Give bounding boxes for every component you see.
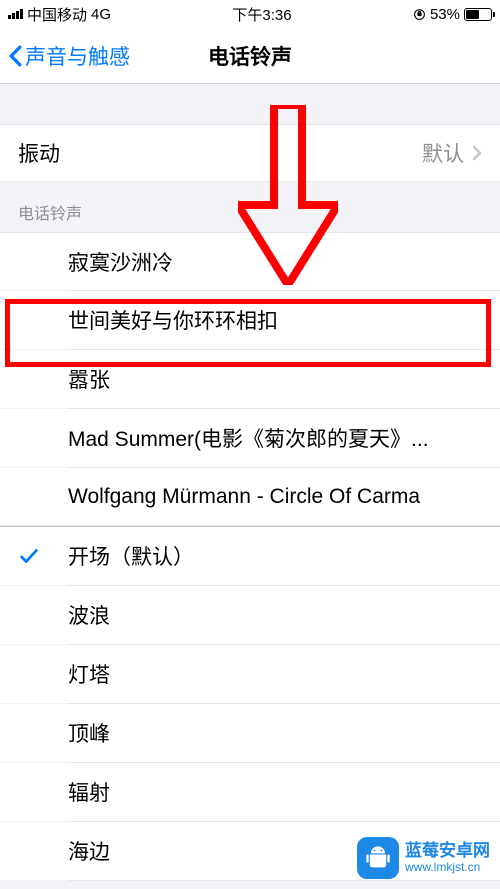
ringtone-label: 开场（默认） — [68, 541, 194, 571]
back-button[interactable]: 声音与触感 — [0, 41, 130, 71]
checkmark-slot — [18, 545, 68, 567]
network-label: 4G — [91, 6, 111, 23]
watermark: 蓝莓安卓网 www.lmkjst.cn — [357, 837, 490, 879]
ringtone-row[interactable]: Mad Summer(电影《菊次郎的夏天》... — [0, 409, 500, 467]
status-bar: 中国移动 4G 下午3:36 53% — [0, 0, 500, 28]
watermark-url: www.lmkjst.cn — [405, 861, 490, 874]
nav-header: 声音与触感 电话铃声 — [0, 28, 500, 84]
builtin-ringtones-list: 开场（默认） 波浪灯塔顶峰辐射海边 — [0, 526, 500, 881]
vibration-label: 振动 — [18, 138, 60, 168]
status-right: 53% — [413, 6, 492, 23]
time-label: 下午3:36 — [232, 4, 291, 25]
watermark-logo-icon — [357, 837, 399, 879]
page-title: 电话铃声 — [208, 41, 292, 71]
ringtone-row[interactable]: 顶峰 — [0, 704, 500, 762]
custom-ringtones-list: 寂寞沙洲冷世间美好与你环环相扣嚣张 Mad Summer(电影《菊次郎的夏天》..… — [0, 232, 500, 526]
checkmark-icon — [18, 545, 40, 567]
ringtone-row[interactable]: 世间美好与你环环相扣 — [0, 291, 500, 349]
ringtone-label: 海边 — [68, 836, 110, 866]
rotation-lock-icon — [413, 8, 426, 21]
ringtone-row[interactable]: Wolfgang Mürmann - Circle Of Carma — [0, 468, 500, 526]
ringtone-row[interactable]: 灯塔 — [0, 645, 500, 703]
carrier-label: 中国移动 — [27, 4, 87, 25]
ringtone-row[interactable]: 寂寞沙洲冷 — [0, 232, 500, 290]
battery-percent: 53% — [430, 6, 460, 23]
back-label: 声音与触感 — [25, 41, 130, 71]
ringtone-row[interactable]: 辐射 — [0, 763, 500, 821]
ringtone-label: Wolfgang Mürmann - Circle Of Carma — [68, 485, 420, 509]
ringtone-label: 灯塔 — [68, 659, 110, 689]
ringtone-row[interactable]: 波浪 — [0, 586, 500, 644]
ringtone-label: 嚣张 — [68, 364, 110, 394]
section-header-ringtones: 电话铃声 — [0, 182, 500, 232]
chevron-left-icon — [8, 45, 23, 67]
ringtone-row[interactable]: 嚣张 — [0, 350, 500, 408]
vibration-row[interactable]: 振动 默认 — [0, 124, 500, 182]
chevron-right-icon — [472, 145, 482, 161]
vibration-value: 默认 — [422, 138, 464, 168]
battery-icon — [464, 8, 492, 21]
ringtone-label: Mad Summer(电影《菊次郎的夏天》... — [68, 423, 429, 453]
watermark-title: 蓝莓安卓网 — [405, 842, 490, 861]
battery-fill — [466, 10, 479, 19]
ringtone-label: 波浪 — [68, 600, 110, 630]
ringtone-label: 辐射 — [68, 777, 110, 807]
ringtone-row[interactable]: 开场（默认） — [0, 527, 500, 585]
ringtone-label: 顶峰 — [68, 718, 110, 748]
signal-icon — [8, 9, 23, 19]
ringtone-label: 寂寞沙洲冷 — [68, 247, 173, 277]
status-left: 中国移动 4G — [8, 4, 111, 25]
ringtone-label: 世间美好与你环环相扣 — [68, 305, 278, 335]
